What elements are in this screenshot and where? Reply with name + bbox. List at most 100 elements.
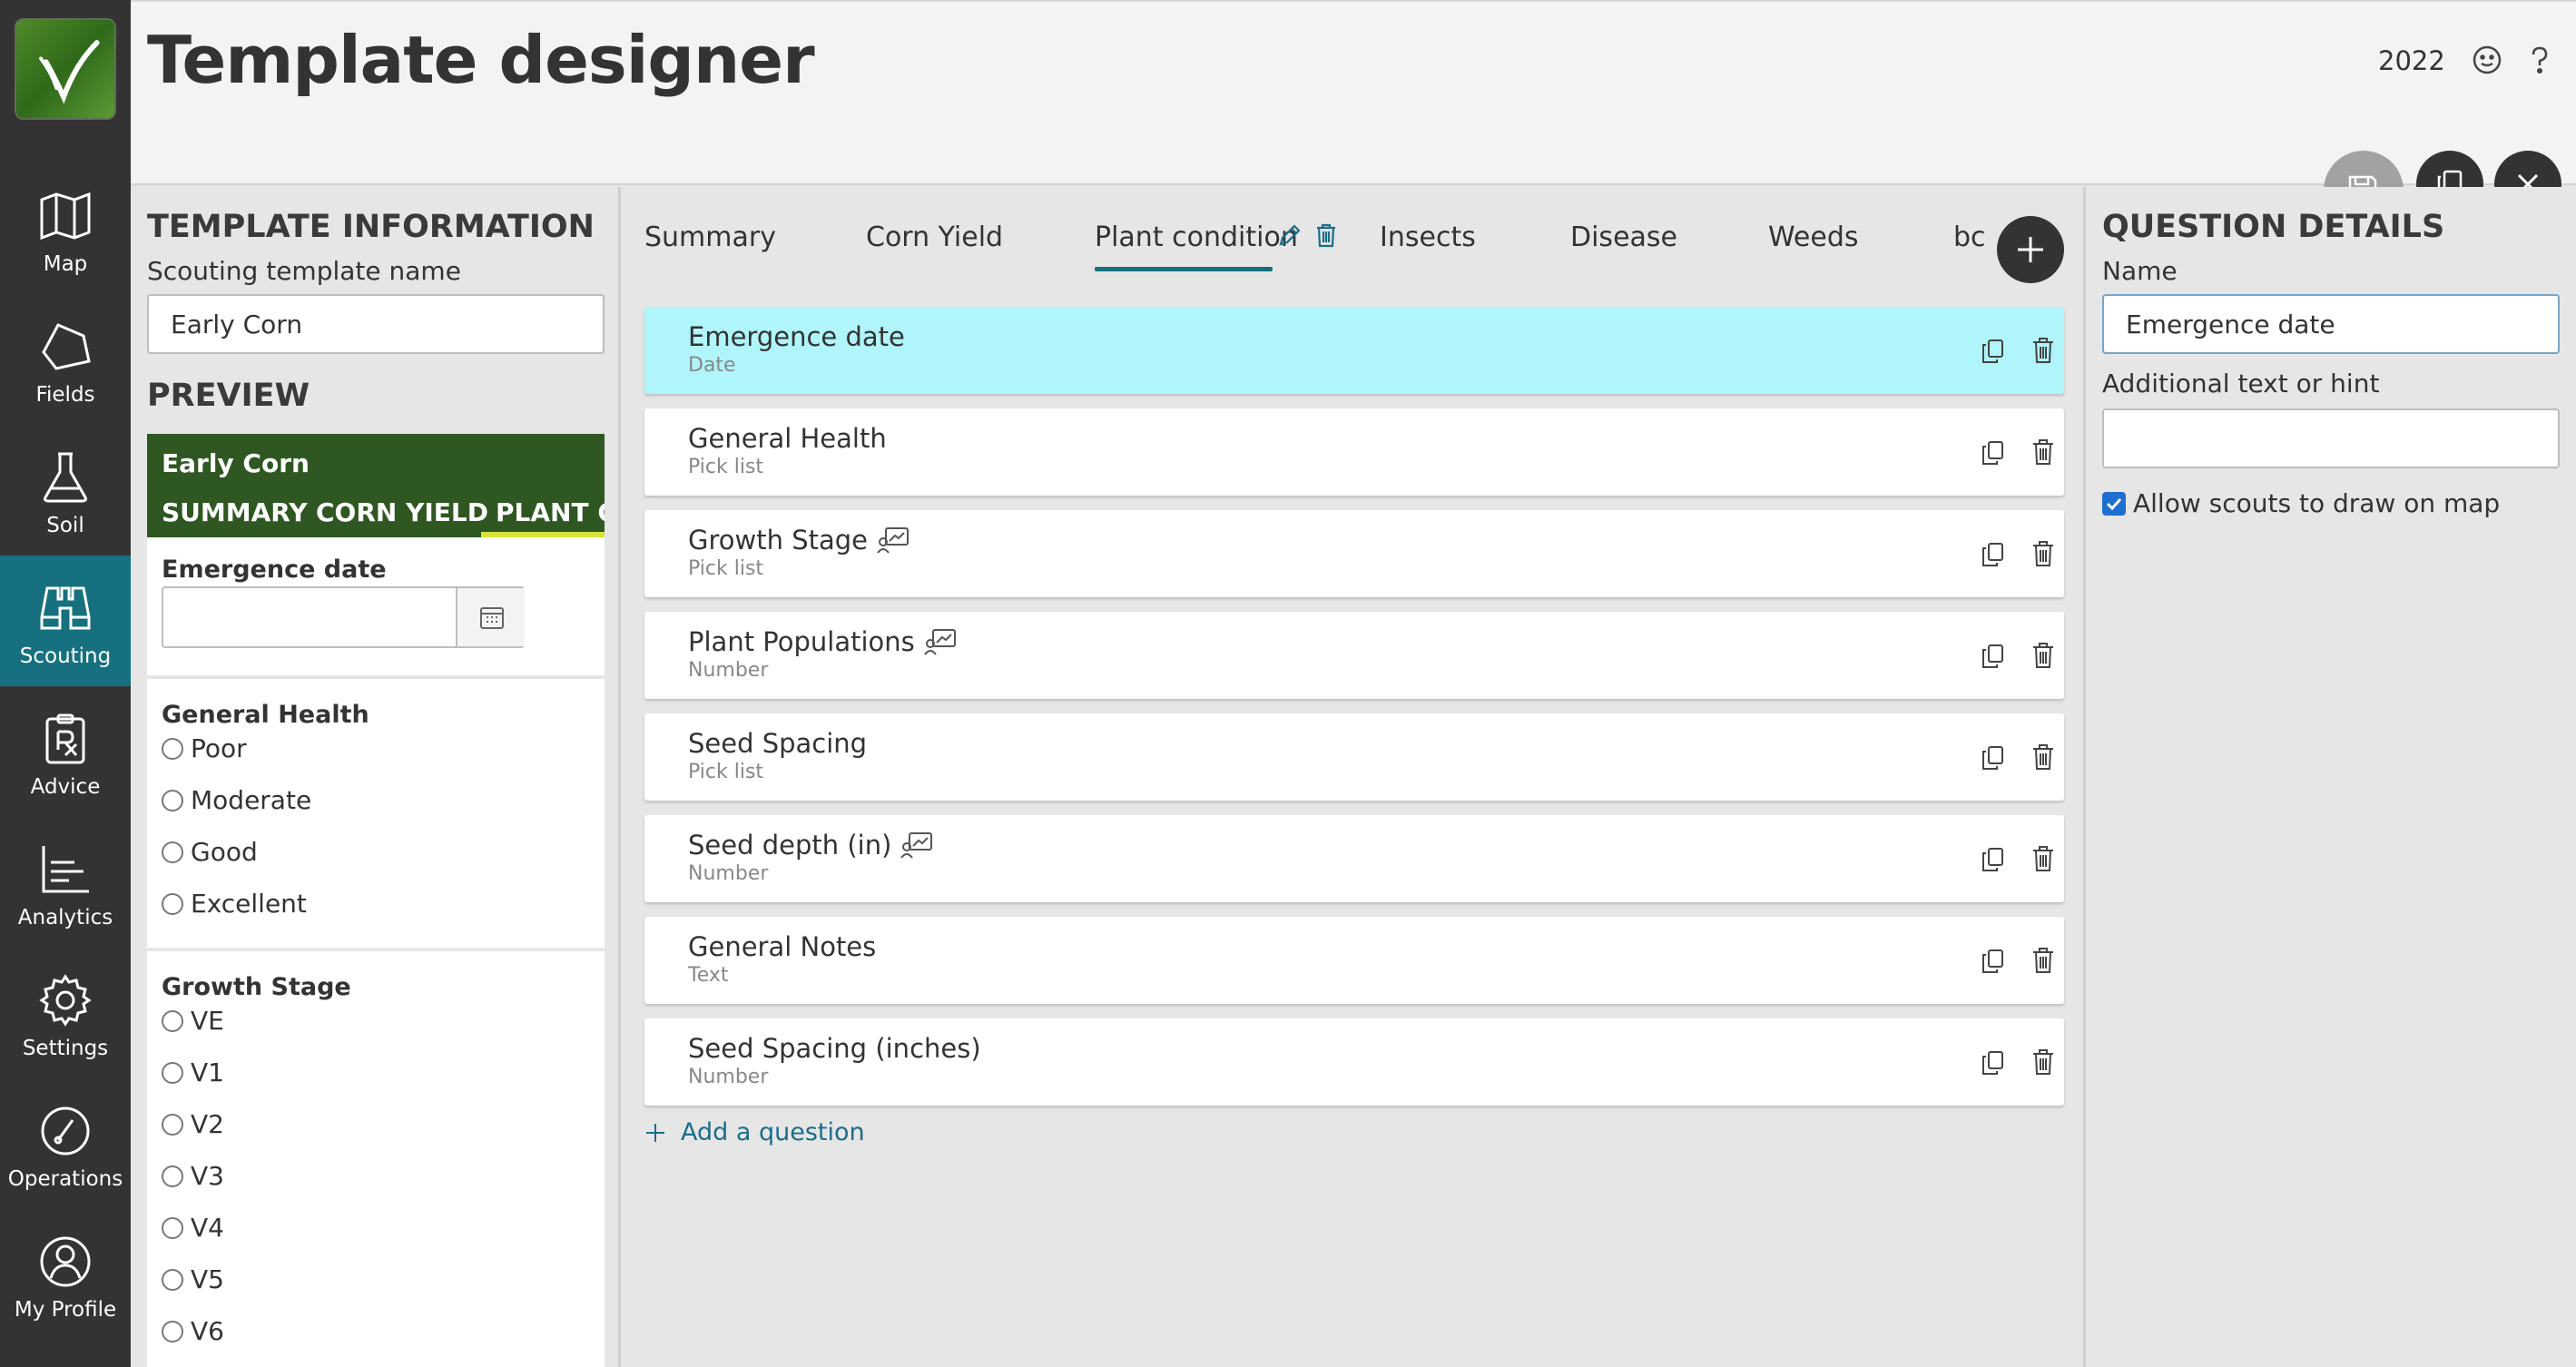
- hint-input[interactable]: [2102, 408, 2560, 468]
- question-type: Number: [688, 1066, 769, 1088]
- questions-panel: Summary Corn Yield Plant condition Insec…: [621, 187, 2086, 1367]
- preview-growth-stage-label: Growth Stage: [162, 973, 351, 1001]
- nav-label: Settings: [22, 1037, 109, 1060]
- tab-bc[interactable]: bc: [1953, 221, 1986, 253]
- duplicate-question-icon[interactable]: [1979, 439, 2006, 467]
- template-preview: Early Corn SUMMARY CORN YIELD PLANT COND…: [147, 434, 605, 1367]
- delete-question-icon[interactable]: [2030, 539, 2057, 568]
- question-card[interactable]: General Notes Text: [644, 917, 2064, 1004]
- preview-radio-option[interactable]: V2: [162, 1109, 224, 1139]
- leaf-logo[interactable]: [15, 18, 116, 120]
- tab-corn-yield[interactable]: Corn Yield: [866, 221, 1003, 253]
- radio-button[interactable]: [162, 892, 183, 915]
- question-card[interactable]: Emergence date Date: [644, 307, 2064, 394]
- delete-tab-icon[interactable]: [1313, 221, 1340, 249]
- nav-item-operations[interactable]: Operations: [0, 1078, 131, 1209]
- delete-question-icon[interactable]: [2030, 844, 2057, 873]
- preview-active-tab-indicator: [481, 532, 605, 537]
- preview-radio-option[interactable]: VE: [162, 1006, 224, 1036]
- question-card[interactable]: General Health Pick list: [644, 408, 2064, 496]
- delete-question-icon[interactable]: [2030, 438, 2057, 467]
- duplicate-question-icon[interactable]: [1979, 338, 2006, 365]
- nav-item-soil[interactable]: Soil: [0, 425, 131, 556]
- question-title-text: Growth Stage: [688, 525, 868, 556]
- add-question-label: Add a question: [681, 1118, 865, 1146]
- feedback-icon[interactable]: [2469, 42, 2505, 78]
- duplicate-question-icon[interactable]: [1979, 846, 2006, 873]
- map-draw-icon: [900, 832, 933, 859]
- nav-item-settings[interactable]: Settings: [0, 948, 131, 1078]
- radio-button[interactable]: [162, 1268, 183, 1291]
- help-icon[interactable]: [2522, 42, 2558, 78]
- radio-button[interactable]: [162, 737, 183, 760]
- nav-item-advice[interactable]: Advice: [0, 686, 131, 817]
- draw-on-map-checkbox[interactable]: [2102, 492, 2126, 516]
- map-icon: [40, 192, 91, 241]
- question-card[interactable]: Seed Spacing (inches) Number: [644, 1018, 2064, 1106]
- preview-radio-option[interactable]: V1: [162, 1057, 224, 1087]
- duplicate-question-icon[interactable]: [1979, 744, 2006, 772]
- delete-question-icon[interactable]: [2030, 641, 2057, 670]
- nav-item-fields[interactable]: Fields: [0, 294, 131, 425]
- question-card[interactable]: Seed depth (in) Number: [644, 815, 2064, 902]
- preview-radio-option[interactable]: V3: [162, 1161, 224, 1191]
- radio-button[interactable]: [162, 789, 183, 811]
- add-question-button[interactable]: Add a question: [644, 1118, 865, 1146]
- nav-item-scouting[interactable]: Scouting: [0, 556, 131, 686]
- date-picker-button[interactable]: [456, 588, 525, 646]
- preview-tab-corn-yield[interactable]: CORN YIELD: [316, 497, 488, 527]
- nav-item-analytics[interactable]: Analytics: [0, 817, 131, 948]
- year-selector[interactable]: 2022: [2378, 45, 2445, 76]
- chart-icon: [42, 846, 89, 893]
- plus-icon: [646, 1123, 664, 1142]
- nav-item-my-profile[interactable]: My Profile: [0, 1209, 131, 1340]
- tab-disease[interactable]: Disease: [1570, 221, 1677, 253]
- delete-question-icon[interactable]: [2030, 743, 2057, 772]
- tab-insects[interactable]: Insects: [1380, 221, 1476, 253]
- preview-radio-option[interactable]: Moderate: [162, 785, 311, 815]
- question-card[interactable]: Plant Populations Number: [644, 612, 2064, 699]
- option-label: VE: [191, 1006, 224, 1036]
- preview-date-input[interactable]: [162, 586, 525, 648]
- nav-label: Map: [43, 252, 88, 276]
- duplicate-question-icon[interactable]: [1979, 541, 2006, 568]
- preview-general-health-label: General Health: [162, 701, 369, 729]
- tab-plant-condition[interactable]: Plant condition: [1095, 221, 1298, 253]
- radio-button[interactable]: [162, 841, 183, 863]
- question-details-panel: QUESTION DETAILS Name Additional text or…: [2086, 187, 2576, 1367]
- question-name-input[interactable]: [2102, 294, 2560, 354]
- template-name-input[interactable]: [147, 294, 605, 354]
- edit-tab-icon[interactable]: [1276, 221, 1303, 249]
- duplicate-question-icon[interactable]: [1979, 643, 2006, 670]
- preview-radio-option[interactable]: V5: [162, 1264, 224, 1294]
- radio-button[interactable]: [162, 1061, 183, 1084]
- tab-summary[interactable]: Summary: [644, 221, 776, 253]
- calendar-icon: [480, 607, 504, 629]
- app-header: Template designer 2022: [131, 0, 2576, 185]
- preview-tab-summary[interactable]: SUMMARY: [162, 497, 308, 527]
- preview-radio-option[interactable]: Poor: [162, 733, 247, 763]
- radio-button[interactable]: [162, 1216, 183, 1239]
- nav-item-map[interactable]: Map: [0, 163, 131, 294]
- preview-tab-plant-condition[interactable]: PLANT CONDITION: [496, 497, 605, 527]
- nav-label: Advice: [30, 775, 101, 799]
- tab-weeds[interactable]: Weeds: [1768, 221, 1859, 253]
- question-title-text: Plant Populations: [688, 626, 915, 657]
- radio-button[interactable]: [162, 1009, 183, 1032]
- radio-button[interactable]: [162, 1165, 183, 1187]
- add-tab-button[interactable]: [1997, 216, 2064, 283]
- preview-radio-option[interactable]: Good: [162, 837, 258, 867]
- preview-radio-option[interactable]: Excellent: [162, 889, 307, 919]
- preview-radio-option[interactable]: V4: [162, 1213, 224, 1243]
- preview-radio-option[interactable]: V6: [162, 1316, 224, 1346]
- radio-button[interactable]: [162, 1320, 183, 1342]
- duplicate-question-icon[interactable]: [1979, 1049, 2006, 1077]
- duplicate-question-icon[interactable]: [1979, 948, 2006, 975]
- delete-question-icon[interactable]: [2030, 336, 2057, 365]
- question-card[interactable]: Seed Spacing Pick list: [644, 713, 2064, 801]
- option-label: V1: [191, 1057, 224, 1087]
- delete-question-icon[interactable]: [2030, 946, 2057, 975]
- delete-question-icon[interactable]: [2030, 1047, 2057, 1077]
- question-card[interactable]: Growth Stage Pick list: [644, 510, 2064, 597]
- radio-button[interactable]: [162, 1113, 183, 1136]
